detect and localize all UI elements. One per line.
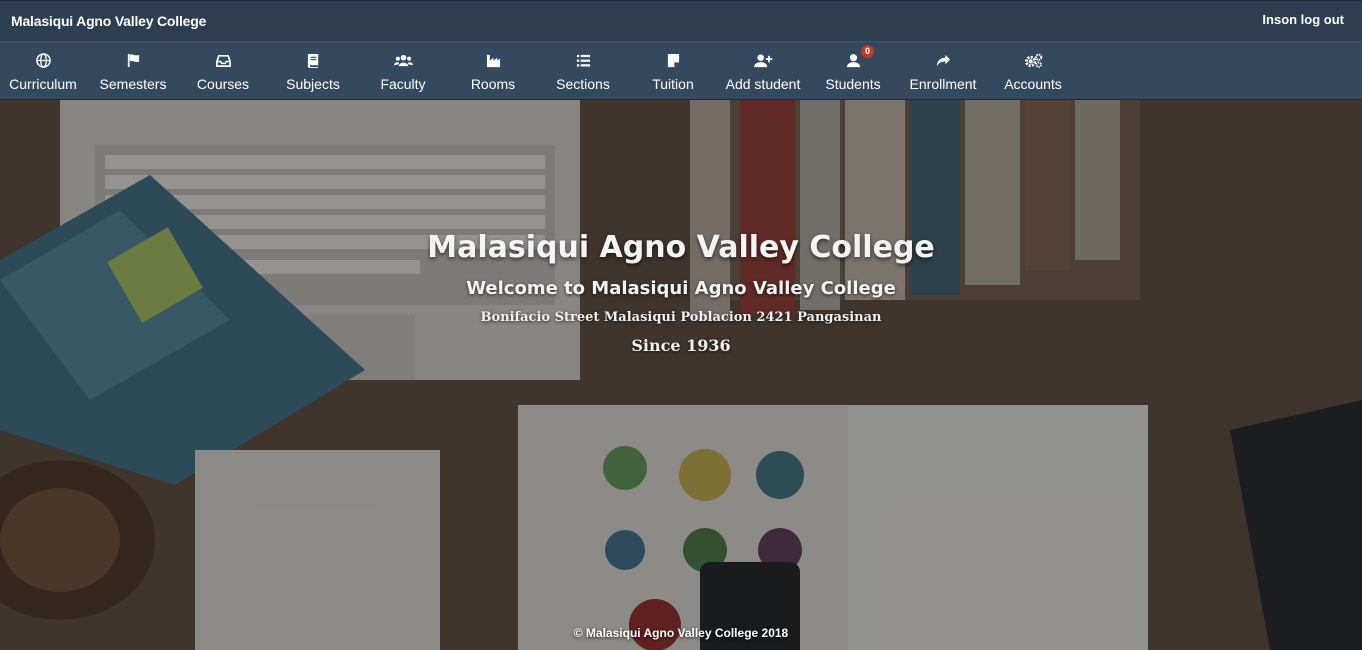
nav-item-sections[interactable]: Sections [538, 42, 628, 100]
nav-label: Curriculum [9, 76, 77, 92]
hero-dark-overlay [0, 100, 1362, 650]
copyright-footer: © Malasiqui Agno Valley College 2018 [573, 626, 789, 640]
share-icon [898, 52, 988, 68]
nav-label: Add student [725, 76, 801, 92]
inbox-icon [178, 52, 268, 68]
globe-icon [0, 52, 88, 68]
nav-item-subjects[interactable]: Subjects [268, 42, 358, 100]
user-plus-icon [718, 52, 808, 68]
hero-since-year: Since 1936 [631, 336, 731, 355]
hero-welcome-text: Welcome to Malasiqui Agno Valley College [466, 278, 896, 299]
nav-label: Faculty [380, 76, 426, 92]
nav-label: Students [825, 76, 881, 92]
nav-item-add-student[interactable]: Add student [718, 42, 808, 100]
nav-item-students[interactable]: 0 Students [808, 42, 898, 100]
nav-label: Subjects [286, 76, 340, 92]
nav-item-courses[interactable]: Courses [178, 42, 268, 100]
hero-title: Malasiqui Agno Valley College [427, 230, 935, 265]
cogs-icon [988, 52, 1078, 68]
nav-label: Semesters [99, 76, 167, 92]
nav-label: Sections [556, 76, 610, 92]
nav-label: Enrollment [909, 76, 977, 92]
user-icon [808, 52, 898, 68]
nav-label: Courses [196, 76, 250, 92]
nav-item-tuition[interactable]: Tuition [628, 42, 718, 100]
hero-banner: Malasiqui Agno Valley College Welcome to… [0, 100, 1362, 650]
users-icon [358, 52, 448, 68]
students-count-badge: 0 [861, 45, 874, 58]
book-icon [268, 52, 358, 68]
industry-icon [448, 52, 538, 68]
top-bar: Malasiqui Agno Valley College Inson log … [0, 0, 1362, 41]
nav-label: Accounts [1004, 76, 1062, 92]
main-navbar: Curriculum Semesters Courses Subjects Fa… [0, 41, 1362, 100]
nav-item-semesters[interactable]: Semesters [88, 42, 178, 100]
nav-item-faculty[interactable]: Faculty [358, 42, 448, 100]
nav-item-enrollment[interactable]: Enrollment [898, 42, 988, 100]
nav-item-rooms[interactable]: Rooms [448, 42, 538, 100]
sticky-note-icon [628, 52, 718, 68]
nav-label: Rooms [470, 76, 516, 92]
nav-label: Tuition [652, 76, 694, 92]
logout-link[interactable]: Inson log out [1262, 12, 1344, 27]
list-icon [538, 52, 628, 68]
hero-address: Bonifacio Street Malasiqui Poblacion 242… [480, 310, 882, 325]
brand-title[interactable]: Malasiqui Agno Valley College [11, 13, 206, 29]
nav-item-accounts[interactable]: Accounts [988, 42, 1078, 100]
nav-item-curriculum[interactable]: Curriculum [0, 42, 88, 100]
flag-icon [88, 52, 178, 68]
